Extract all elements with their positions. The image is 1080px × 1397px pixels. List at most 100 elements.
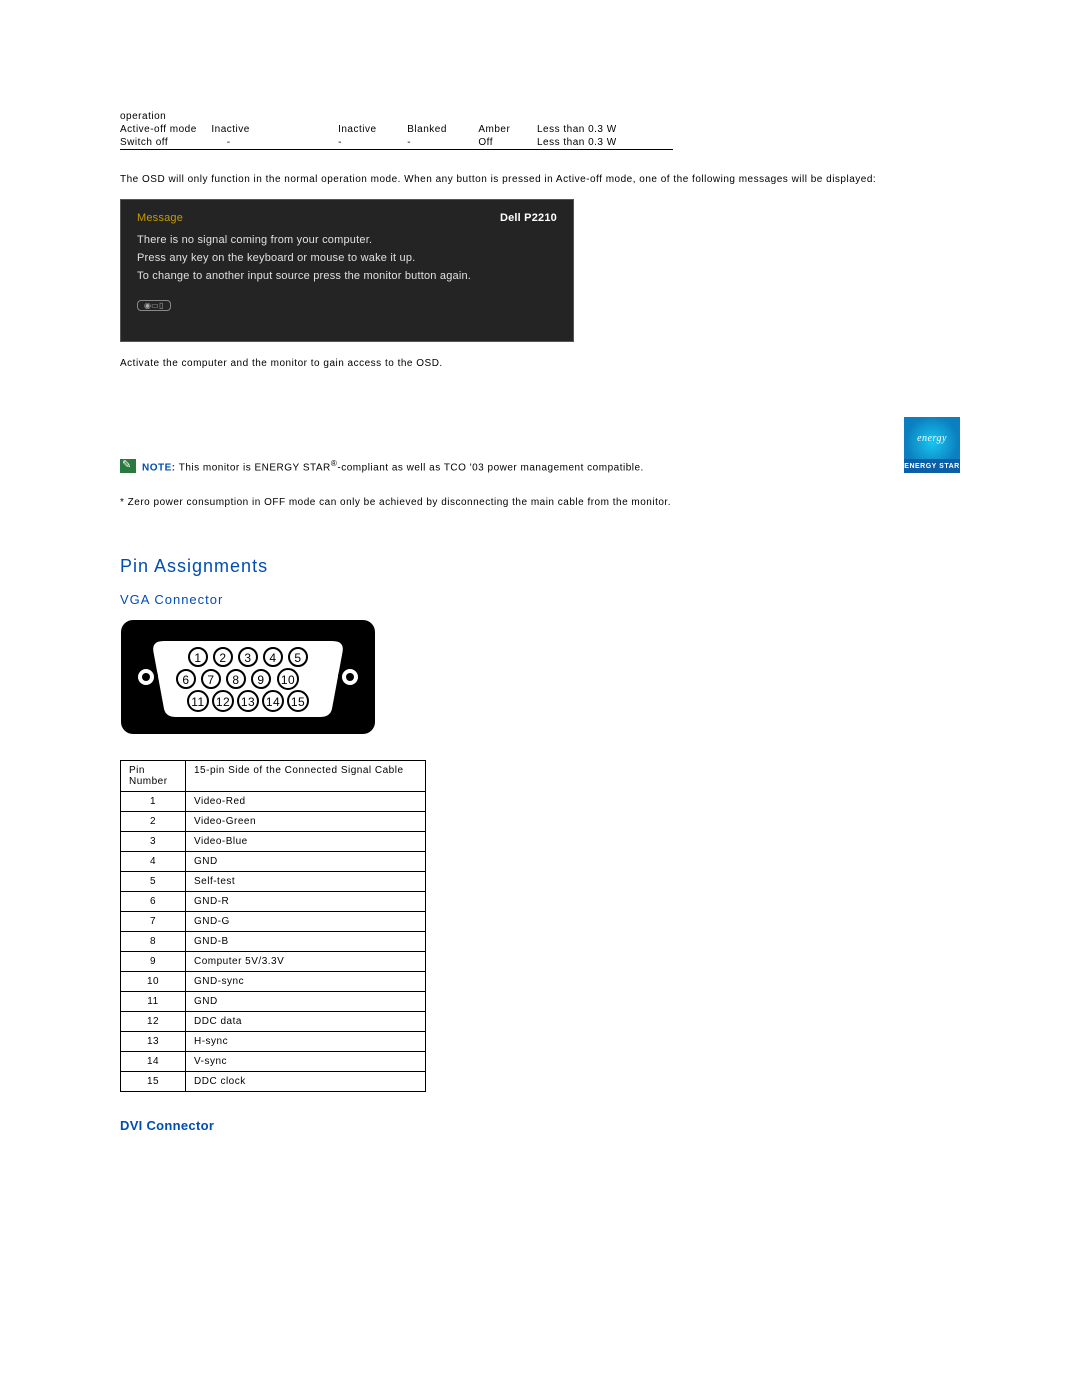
vga-pin-table: Pin Number 15-pin Side of the Connected … — [120, 760, 426, 1092]
pin-number: 10 — [121, 971, 186, 991]
table-row: 15DDC clock — [121, 1071, 426, 1091]
pin-number: 1 — [121, 791, 186, 811]
svg-text:7: 7 — [207, 673, 214, 687]
osd-model-label: Dell P2210 — [500, 212, 557, 224]
table-row: 14V-sync — [121, 1051, 426, 1071]
table-row: Switch off - - - Off Less than 0.3 W — [120, 136, 680, 150]
cell: Active-off mode Inactive — [120, 123, 338, 136]
pin-number: 14 — [121, 1051, 186, 1071]
table-row: 5Self-test — [121, 871, 426, 891]
col-signal: 15-pin Side of the Connected Signal Cabl… — [186, 760, 426, 791]
pin-number: 6 — [121, 891, 186, 911]
pin-signal: GND-sync — [186, 971, 426, 991]
table-row: Active-off mode Inactive Inactive Blanke… — [120, 123, 680, 136]
pin-number: 9 — [121, 951, 186, 971]
table-row: 4GND — [121, 851, 426, 871]
vga-connector-heading: VGA Connector — [120, 592, 960, 607]
pin-signal: GND — [186, 991, 426, 1011]
table-row: 7GND-G — [121, 911, 426, 931]
table-row: 13H-sync — [121, 1031, 426, 1051]
svg-text:1: 1 — [194, 651, 201, 665]
col-pin-number: Pin Number — [121, 760, 186, 791]
table-row: 12DDC data — [121, 1011, 426, 1031]
pin-number: 2 — [121, 811, 186, 831]
pin-signal: Video-Blue — [186, 831, 426, 851]
cell: Less than 0.3 W — [537, 123, 673, 136]
energy-star-script: energy — [904, 417, 960, 459]
pin-number: 3 — [121, 831, 186, 851]
vga-connector-diagram: 1 2 3 4 5 6 7 8 9 10 11 12 13 14 15 — [120, 619, 960, 738]
svg-text:8: 8 — [232, 673, 239, 687]
pin-signal: Self-test — [186, 871, 426, 891]
activate-text: Activate the computer and the monitor to… — [120, 358, 960, 369]
note-icon — [120, 459, 136, 473]
pin-signal: V-sync — [186, 1051, 426, 1071]
pin-number: 12 — [121, 1011, 186, 1031]
table-row: 3Video-Blue — [121, 831, 426, 851]
pin-number: 15 — [121, 1071, 186, 1091]
osd-message-box: Message Dell P2210 There is no signal co… — [120, 199, 574, 342]
energy-star-label: ENERGY STAR — [904, 459, 960, 473]
footnote-text: * Zero power consumption in OFF mode can… — [120, 497, 960, 508]
cell: Amber — [478, 123, 537, 136]
table-row: 11GND — [121, 991, 426, 1011]
note-text: NOTE: This monitor is ENERGY STAR®-compl… — [142, 458, 898, 473]
svg-text:6: 6 — [182, 673, 189, 687]
svg-text:14: 14 — [266, 695, 280, 709]
svg-text:10: 10 — [281, 673, 295, 687]
pin-number: 13 — [121, 1031, 186, 1051]
dvi-connector-heading: DVI Connector — [120, 1118, 960, 1133]
table-row: 1Video-Red — [121, 791, 426, 811]
osd-line-3: To change to another input source press … — [137, 270, 557, 282]
table-row: operation — [120, 110, 680, 123]
svg-text:2: 2 — [219, 651, 226, 665]
pin-signal: GND-G — [186, 911, 426, 931]
input-source-icon: ◉▭▯ — [137, 300, 171, 311]
table-row: 2Video-Green — [121, 811, 426, 831]
cell: Off — [478, 136, 537, 150]
pin-signal: DDC data — [186, 1011, 426, 1031]
osd-intro-text: The OSD will only function in the normal… — [120, 174, 960, 185]
osd-line-2: Press any key on the keyboard or mouse t… — [137, 252, 557, 264]
pin-number: 7 — [121, 911, 186, 931]
svg-text:4: 4 — [269, 651, 276, 665]
pin-signal: Video-Red — [186, 791, 426, 811]
osd-message-label: Message — [137, 212, 183, 224]
table-row: 10GND-sync — [121, 971, 426, 991]
pin-signal: GND-B — [186, 931, 426, 951]
pin-number: 11 — [121, 991, 186, 1011]
table-row: 6GND-R — [121, 891, 426, 911]
pin-assignments-heading: Pin Assignments — [120, 556, 960, 577]
document-page: operation Active-off mode Inactive Inact… — [0, 0, 1080, 1397]
power-mode-table: operation Active-off mode Inactive Inact… — [120, 110, 680, 150]
pin-signal: GND-R — [186, 891, 426, 911]
energy-star-note-row: NOTE: This monitor is ENERGY STAR®-compl… — [120, 417, 960, 473]
cell: - — [407, 136, 478, 150]
table-row: 9Computer 5V/3.3V — [121, 951, 426, 971]
pin-signal: GND — [186, 851, 426, 871]
pin-signal: Video-Green — [186, 811, 426, 831]
pin-number: 8 — [121, 931, 186, 951]
pin-signal: DDC clock — [186, 1071, 426, 1091]
svg-text:11: 11 — [191, 695, 204, 709]
note-label: NOTE: — [142, 462, 176, 473]
svg-text:13: 13 — [241, 695, 255, 709]
cell: Less than 0.3 W — [537, 136, 673, 150]
svg-text:9: 9 — [257, 673, 264, 687]
pin-signal: H-sync — [186, 1031, 426, 1051]
table-row: 8GND-B — [121, 931, 426, 951]
pin-signal: Computer 5V/3.3V — [186, 951, 426, 971]
svg-text:3: 3 — [244, 651, 251, 665]
svg-text:12: 12 — [216, 695, 230, 709]
cell: Blanked — [407, 123, 478, 136]
cell: operation — [120, 110, 338, 123]
cell: Switch off - — [120, 136, 338, 150]
cell: Inactive — [338, 123, 407, 136]
pin-number: 5 — [121, 871, 186, 891]
osd-line-1: There is no signal coming from your comp… — [137, 234, 557, 246]
cell: - — [338, 136, 407, 150]
svg-text:5: 5 — [294, 651, 301, 665]
svg-text:15: 15 — [291, 695, 305, 709]
pin-number: 4 — [121, 851, 186, 871]
energy-star-icon: energy ENERGY STAR — [904, 417, 960, 473]
